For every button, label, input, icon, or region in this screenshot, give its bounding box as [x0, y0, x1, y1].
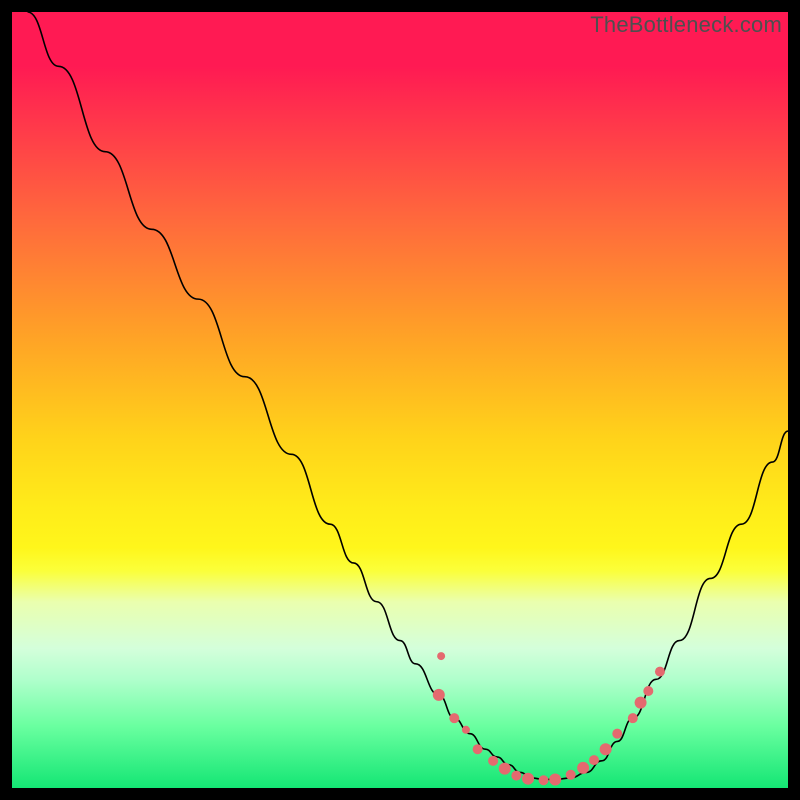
highlight-dot [511, 771, 521, 781]
bottleneck-curve [28, 12, 788, 779]
highlight-dot [539, 775, 549, 785]
highlight-dot [462, 726, 470, 734]
highlight-dot-group [433, 652, 665, 785]
highlight-dot [499, 763, 511, 775]
plot-area: TheBottleneck.com [12, 12, 788, 788]
highlight-dot [473, 744, 483, 754]
highlight-dot [628, 713, 638, 723]
highlight-dot [600, 743, 612, 755]
highlight-dot [566, 770, 576, 780]
highlight-dot [577, 762, 589, 774]
highlight-dot [433, 689, 445, 701]
highlight-dot [655, 667, 665, 677]
highlight-dot [522, 773, 534, 785]
highlight-dot [449, 713, 459, 723]
highlight-dot [437, 652, 445, 660]
highlight-dot [635, 697, 647, 709]
highlight-dot [589, 755, 599, 765]
highlight-dot [612, 729, 622, 739]
chart-svg [12, 12, 788, 788]
highlight-dot [643, 686, 653, 696]
highlight-dot [549, 773, 561, 785]
highlight-dot [488, 756, 498, 766]
